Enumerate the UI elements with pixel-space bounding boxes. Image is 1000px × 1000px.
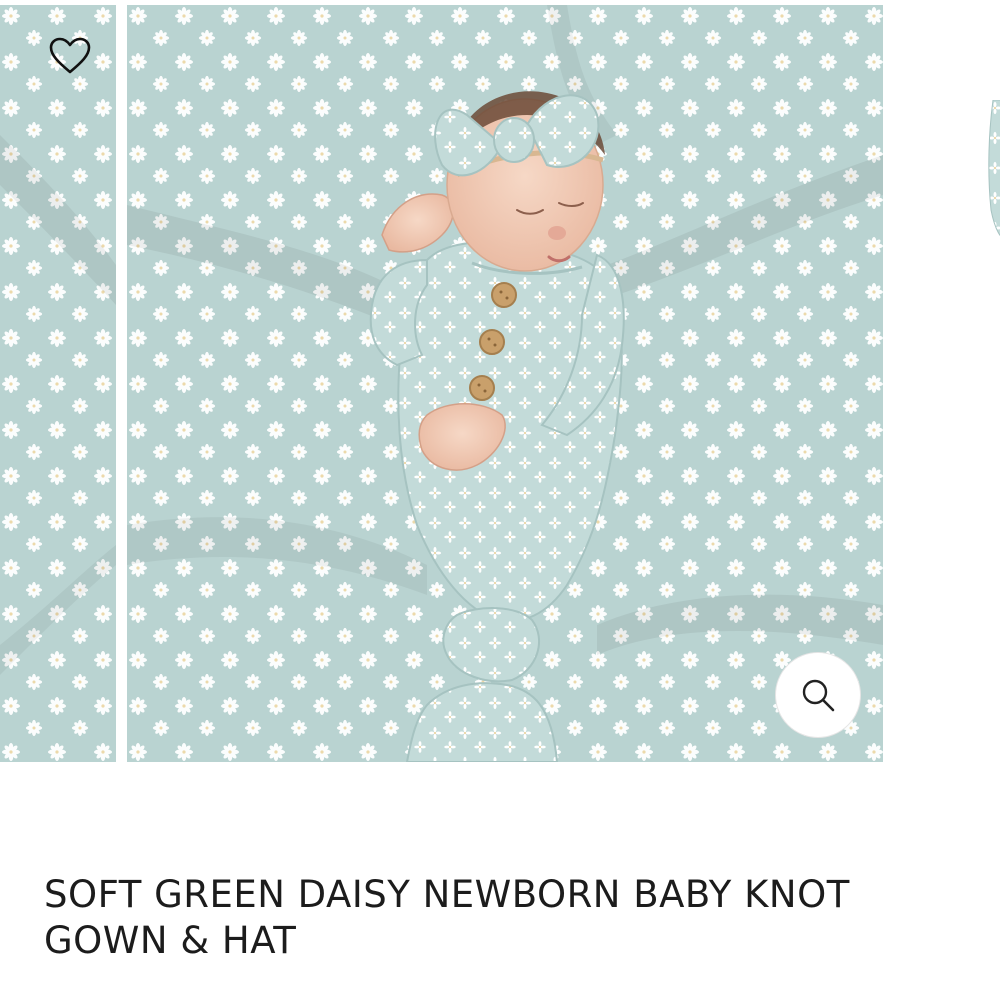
product-image-carousel[interactable] <box>0 0 1000 765</box>
zoom-button[interactable] <box>775 652 861 738</box>
wishlist-heart-icon[interactable] <box>47 33 93 79</box>
baby-knot-gown-photo <box>127 5 883 762</box>
gallery-slide-previous[interactable] <box>0 5 116 762</box>
magnifier-icon <box>802 679 835 712</box>
fabric-photo <box>0 5 116 762</box>
product-title: SOFT GREEN DAISY NEWBORN BABY KNOT GOWN … <box>44 873 850 962</box>
product-page: SOFT GREEN DAISY NEWBORN BABY KNOT GOWN … <box>0 0 1000 1000</box>
fabric-photo <box>988 100 1000 237</box>
gallery-slide-next[interactable] <box>987 100 1000 240</box>
gallery-slide-current[interactable] <box>127 5 883 762</box>
